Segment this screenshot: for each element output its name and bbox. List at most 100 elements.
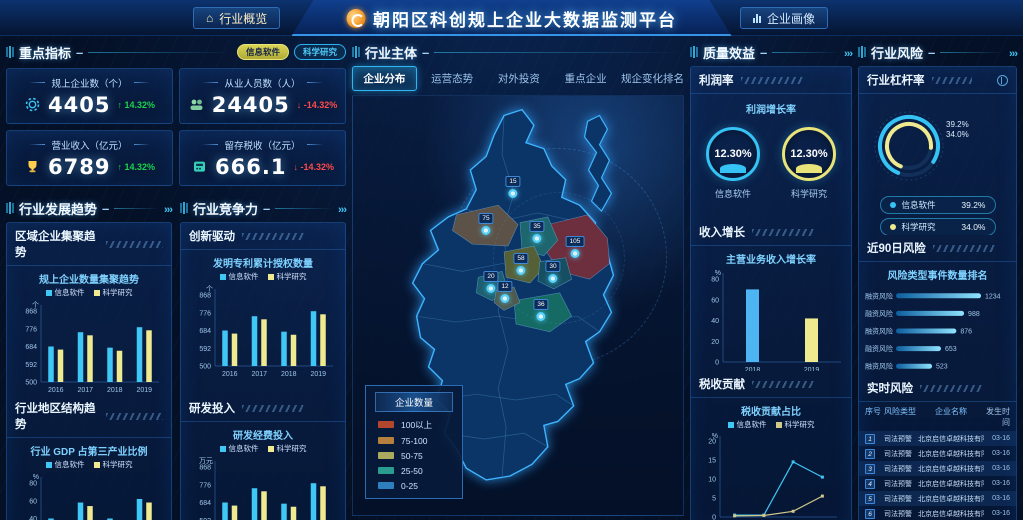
map-marker[interactable]: 58 [513,253,528,275]
map-marker[interactable]: 15 [505,176,520,198]
marker-count: 75 [478,213,493,224]
profit-gauges: 12.30% 信息软件 12.30% 科学研究 [691,117,851,200]
legend-entry: 信息软件 [728,419,767,430]
chart-legend: 信息软件科学研究 [220,271,307,282]
map-marker[interactable]: 12 [497,281,512,303]
pin-icon [508,189,517,198]
map-marker[interactable]: 75 [478,213,493,235]
risk-table-row[interactable]: 2司法预警北京启信卓越科技有限公司03-16 [859,446,1016,461]
filter-software-button[interactable]: 信息软件 [237,44,289,60]
section-leverage: 行业杠杆率 39.2%34.0% 信息软件 39.2% 科学研究 34.0% [859,67,1016,235]
svg-text:融资风险: 融资风险 [865,309,893,318]
section-subtitle: 行业地区结构趋势 [15,400,99,432]
kpi-trend: ↑ 14.32% [117,100,155,110]
legend-entry: 科学研究 [268,443,307,454]
svg-text:592: 592 [199,346,211,353]
company-name: 北京启信卓越科技有限公司 [918,494,984,504]
risk-type: 司法预警 [884,449,918,459]
section-subtitle: 区域企业集聚趋势 [15,228,99,260]
more-arrows-icon[interactable] [1009,45,1017,60]
col-header-company: 企业名称 [918,406,984,428]
svg-text:653: 653 [944,346,956,353]
district-map[interactable]: 1575351055830201236 企业数量 100以上75-10050-7… [352,95,684,516]
hatch-decoration [106,413,163,420]
panel-title: 重点指标 [19,43,71,62]
legend-entry: 科学研究 [268,271,307,282]
gauge-wave [720,164,746,173]
map-marker[interactable]: 36 [533,299,548,321]
filter-research-button[interactable]: 科学研究 [294,44,346,60]
line-decoration [275,208,333,209]
tab-规企变化排名[interactable]: 规企变化排名 [621,67,684,90]
risk-table-row[interactable]: 5司法预警北京启信卓越科技有限公司03-16 [859,491,1016,506]
bars-icon [858,46,866,58]
svg-text:10: 10 [708,477,716,484]
legend-label: 科学研究 [902,221,936,233]
more-arrows-icon[interactable] [844,45,852,60]
gauge-value: 12.30% [790,148,827,160]
bar-chart-icon [753,13,761,23]
leverage-legend-software[interactable]: 信息软件 39.2% [880,196,996,214]
legend-swatch [378,482,394,489]
gauge-software: 12.30% 信息软件 [702,127,764,200]
quality-benefit-panel: 质量效益 利润率 利润增长率 12.30% 信息软件 [690,42,852,516]
chart-patents: 发明专利累计授权数量信息软件科学研究500592684776868个201620… [181,250,345,395]
map-legend-item: 25-50 [366,463,462,478]
event-time: 03-16 [984,495,1010,502]
section-subtitle-row: 税收贡献 [691,371,851,398]
legend-label: 0-25 [401,481,418,491]
chart-title: 主营业务收入增长率 [726,251,816,266]
leverage-legend-research[interactable]: 科学研究 34.0% [880,218,996,235]
industry-trend-header: 行业发展趋势 [6,198,172,218]
kpi-value: 666.1 [215,155,286,179]
tab-重点企业[interactable]: 重点企业 [554,67,617,90]
legend-label: 75-100 [401,436,427,446]
gauge-wave [796,164,822,173]
nav-industry-overview[interactable]: ⌂ 行业概览 [193,7,280,29]
svg-text:39.2%: 39.2% [946,120,969,129]
svg-text:%: % [715,270,721,277]
legend-swatch [378,467,394,474]
hatch-decoration [242,233,304,240]
map-legend-item: 0-25 [366,478,462,493]
kpi-label: 营业收入（亿元） [11,138,168,152]
risk-table-row[interactable]: 6司法预警北京启信卓越科技有限公司03-16 [859,506,1016,520]
map-marker[interactable]: 105 [566,236,585,258]
section-subtitle-row: 区域企业集聚趋势 [7,223,171,266]
svg-text:2016: 2016 [222,371,238,378]
map-marker[interactable]: 30 [545,261,560,283]
leverage-legend: 信息软件 39.2% 科学研究 34.0% [859,192,1016,235]
section-subtitle-row: 行业杠杆率 [859,67,1016,94]
kpi-value-row: 4405↑ 14.32% [11,93,168,117]
risk-table-row[interactable]: 1司法预警北京启信卓越科技有限公司03-16 [859,431,1016,446]
risk-table-row[interactable]: 3司法预警北京启信卓越科技有限公司03-16 [859,461,1016,476]
pin-icon [536,312,545,321]
marker-count: 58 [513,253,528,264]
legend-label: 50-75 [401,451,423,461]
coin-icon[interactable] [997,75,1008,86]
more-arrows-icon[interactable] [338,201,346,216]
company-name: 北京启信卓越科技有限公司 [918,464,984,474]
row-index: 2 [865,449,884,459]
svg-text:融资风险: 融资风险 [865,291,893,300]
nav-left-label: 行业概览 [219,10,267,27]
svg-text:80: 80 [29,481,37,488]
bars-icon [6,46,14,58]
tab-运营态势[interactable]: 运营态势 [421,67,484,90]
tab-企业分布[interactable]: 企业分布 [352,66,417,91]
industry-main-panel: 行业主体 企业分布运营态势对外投资重点企业规企变化排名 [352,42,684,516]
more-arrows-icon[interactable] [164,201,172,216]
section-subtitle: 实时风险 [867,380,913,396]
bars-icon [690,46,698,58]
risk-table-row[interactable]: 4司法预警北京启信卓越科技有限公司03-16 [859,476,1016,491]
map-legend: 企业数量 100以上75-10050-7525-500-25 [365,385,463,499]
panel-title: 行业发展趋势 [19,199,97,218]
map-marker[interactable]: 35 [529,221,544,243]
marker-count: 30 [545,261,560,272]
svg-text:融资风险: 融资风险 [865,362,893,371]
event-time: 03-16 [984,510,1010,517]
svg-text:500: 500 [25,380,37,387]
nav-enterprise-portrait[interactable]: 企业画像 [740,7,828,29]
tab-对外投资[interactable]: 对外投资 [488,67,551,90]
map-marker[interactable]: 20 [483,271,498,293]
